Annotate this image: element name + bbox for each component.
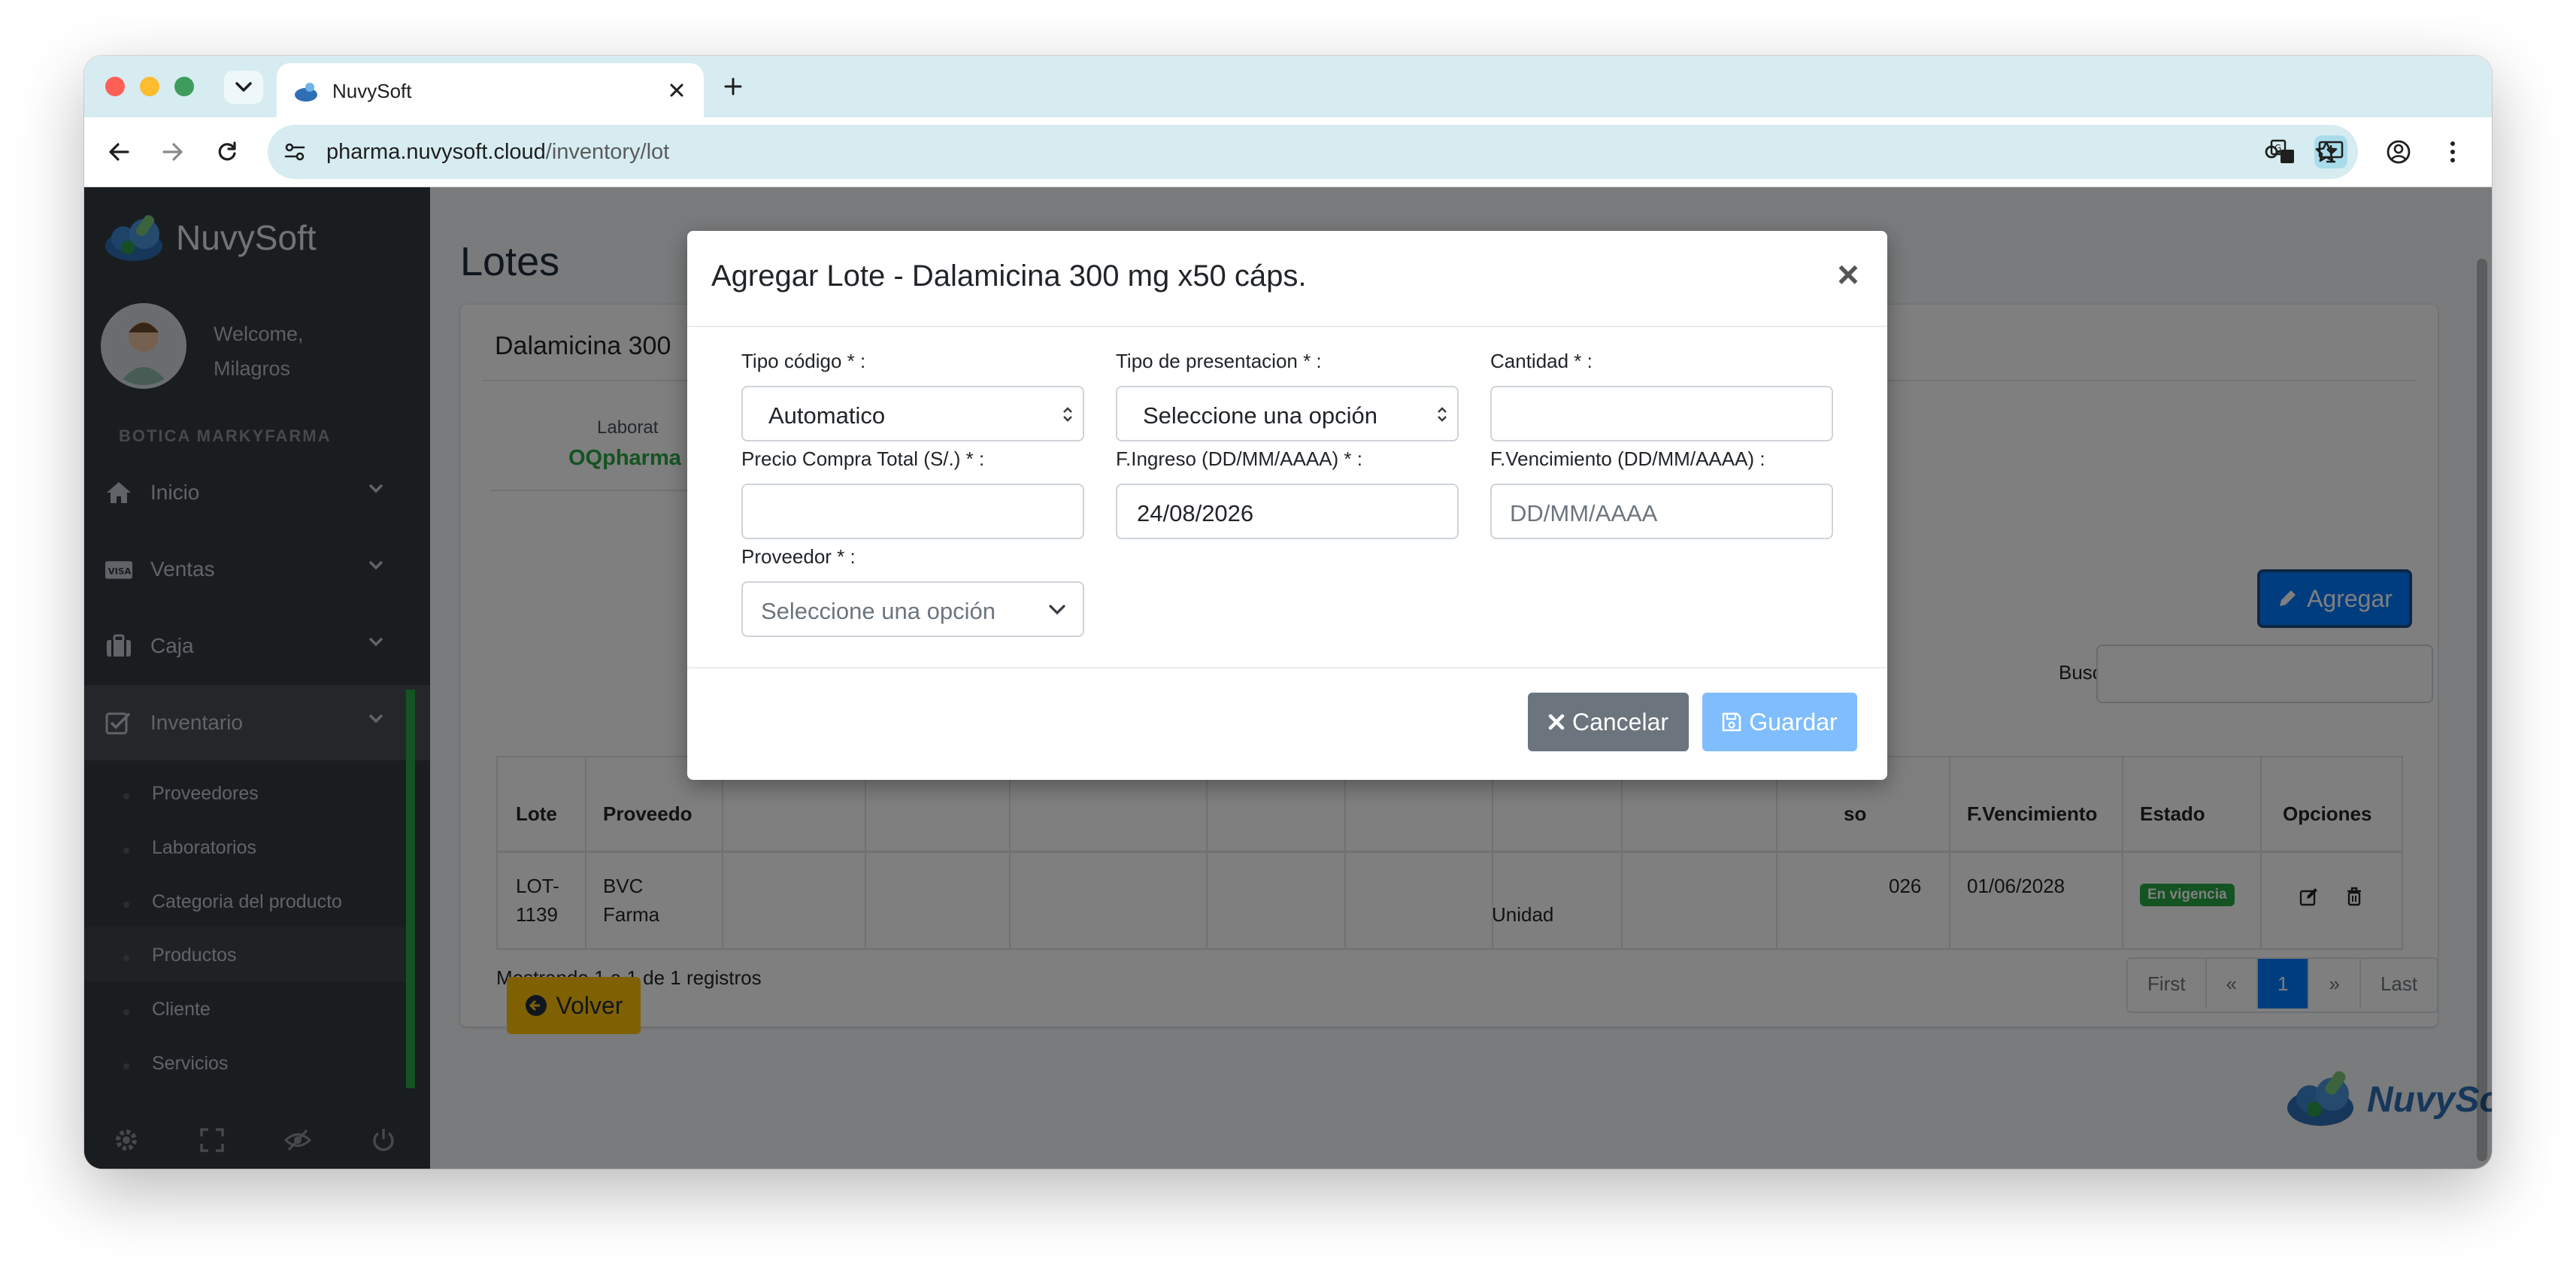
tipo-codigo-label: Tipo código * : [741, 350, 866, 372]
proveedor-select[interactable]: Seleccione una opción [741, 581, 1084, 637]
proveedor-label: Proveedor * : [741, 545, 856, 568]
close-icon [670, 83, 683, 97]
nuvysoft-favicon-icon [295, 83, 317, 102]
key-icon [2265, 145, 2292, 159]
add-lot-modal: Agregar Lote - Dalamicina 300 mg x50 cáp… [687, 231, 1887, 780]
profile-button[interactable] [2381, 134, 2417, 170]
close-icon [1548, 714, 1565, 730]
site-settings-icon [284, 143, 305, 161]
account-circle-icon [2387, 140, 2411, 164]
modal-footer: Cancelar Guardar [687, 667, 1887, 781]
chevron-down-icon [235, 82, 252, 92]
fvencimiento-placeholder: DD/MM/AAAA [1510, 500, 1658, 526]
fingreso-label: F.Ingreso (DD/MM/AAAA) * : [1116, 447, 1362, 470]
tab-search-button[interactable] [224, 71, 263, 104]
browser-window: NuvySoft pharma.nuvysoft.cloud/inventory… [84, 56, 2492, 1169]
tipo-codigo-select[interactable]: Automatico [741, 386, 1084, 441]
url-host: pharma.nuvysoft.cloud [326, 140, 546, 164]
url-text: pharma.nuvysoft.cloud/inventory/lot [326, 140, 669, 165]
precio-label: Precio Compra Total (S/.) * : [741, 447, 985, 470]
tipo-presentacion-select[interactable]: Seleccione una opción [1116, 386, 1459, 441]
tab-close-button[interactable] [663, 77, 690, 104]
modal-title: Agregar Lote - Dalamicina 300 mg x50 cáp… [711, 259, 1307, 293]
plus-icon [724, 77, 742, 96]
modal-header: Agregar Lote - Dalamicina 300 mg x50 cáp… [687, 231, 1887, 327]
reload-icon [218, 141, 236, 161]
browser-tab[interactable]: NuvySoft [277, 63, 704, 117]
cancel-button[interactable]: Cancelar [1528, 693, 1689, 751]
fvencimiento-label: F.Vencimiento (DD/MM/AAAA) : [1490, 447, 1765, 470]
arrow-left-icon [109, 143, 129, 161]
minimize-window-button[interactable] [140, 77, 159, 96]
kebab-menu-icon [2450, 141, 2455, 162]
browser-toolbar: pharma.nuvysoft.cloud/inventory/lot G [84, 117, 2492, 187]
back-button[interactable] [101, 134, 137, 170]
cantidad-label: Cantidad * : [1490, 350, 1593, 372]
tab-title: NuvySoft [332, 80, 412, 102]
page-scrollbar[interactable] [2477, 259, 2487, 1161]
maximize-window-button[interactable] [174, 77, 194, 96]
cancel-button-label: Cancelar [1571, 708, 1669, 736]
chevron-down-icon [1049, 605, 1065, 615]
arrow-right-icon [162, 143, 183, 161]
proveedor-placeholder: Seleccione una opción [761, 598, 996, 624]
tab-strip: NuvySoft [84, 56, 2492, 117]
save-button[interactable]: Guardar [1702, 693, 1857, 751]
cantidad-input[interactable] [1490, 386, 1833, 441]
select-arrows-icon [1438, 407, 1447, 422]
tipo-codigo-value: Automatico [768, 402, 886, 429]
precio-input[interactable] [741, 484, 1084, 539]
url-path: /inventory/lot [545, 140, 670, 164]
save-icon [1722, 712, 1741, 732]
address-bar[interactable]: pharma.nuvysoft.cloud/inventory/lot G [268, 125, 2358, 179]
tipo-presentacion-value: Seleccione una opción [1143, 402, 1377, 429]
select-arrows-icon [1063, 407, 1072, 422]
save-button-label: Guardar [1749, 708, 1838, 736]
forward-button[interactable] [155, 134, 191, 170]
password-manager-button[interactable] [2260, 134, 2296, 170]
fingreso-input[interactable]: 24/08/2026 [1116, 484, 1459, 539]
new-tab-button[interactable] [716, 69, 750, 104]
fingreso-value: 24/08/2026 [1137, 500, 1254, 526]
modal-close-button[interactable]: × [1830, 256, 1866, 293]
browser-menu-button[interactable] [2435, 134, 2471, 170]
bookmark-button[interactable] [2308, 134, 2344, 170]
close-window-button[interactable] [105, 77, 125, 96]
fvencimiento-input[interactable]: DD/MM/AAAA [1490, 484, 1833, 539]
reload-button[interactable] [209, 134, 245, 170]
star-icon [2315, 141, 2338, 162]
tipo-presentacion-label: Tipo de presentacion * : [1116, 350, 1322, 372]
